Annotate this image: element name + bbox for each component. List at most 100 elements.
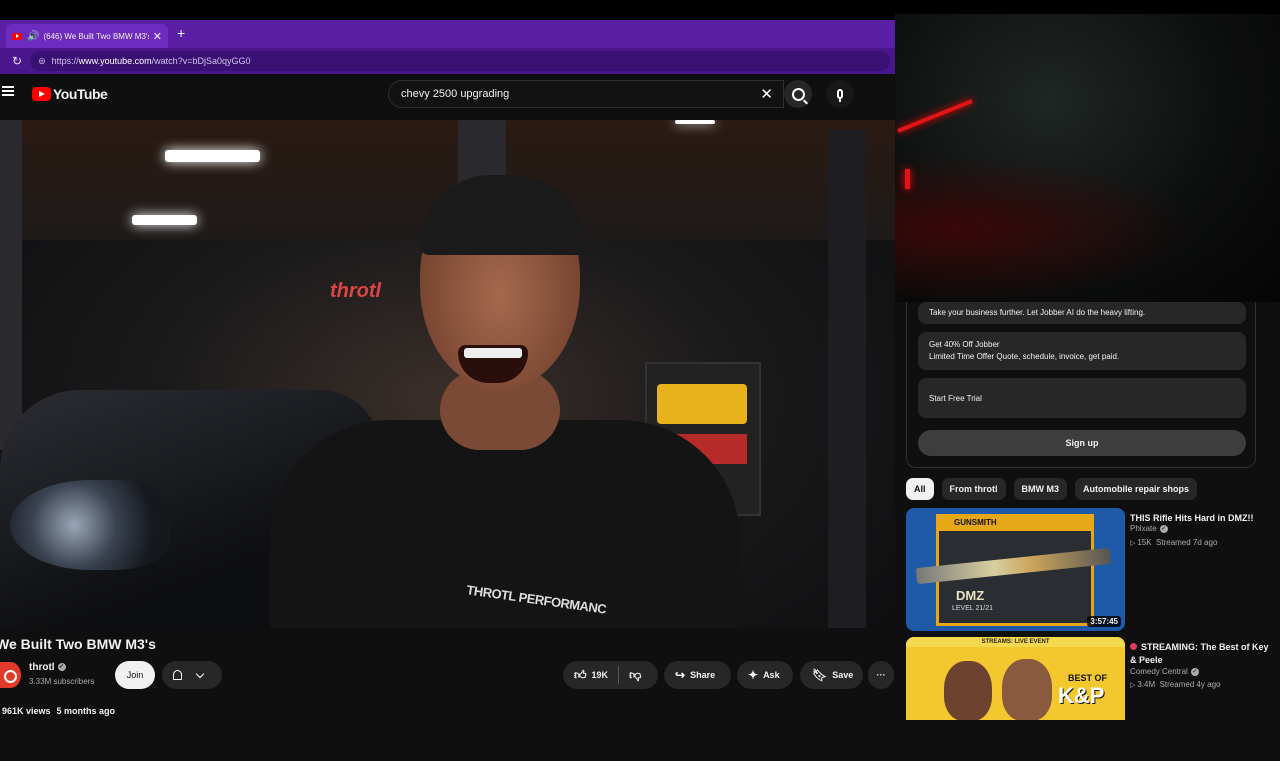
hamburger-menu-icon[interactable] [2, 86, 14, 96]
video-thumbnail[interactable]: GUNSMITH DMZ LEVEL 21/21 3:57:45 [906, 508, 1125, 631]
channel-name[interactable]: throtl ✓ [29, 662, 66, 673]
tab-title: (646) We Built Two BMW M3's [43, 31, 149, 41]
address-bar: ↻ ⊜ https://www.youtube.com/watch?v=bDjS… [0, 48, 895, 74]
view-count: 961K views [2, 706, 51, 716]
video-scene-headlight [10, 480, 170, 570]
webcam-red-light [897, 99, 973, 133]
thumbnail-label: STREAMS: LIVE EVENT [906, 637, 1125, 647]
ad-line[interactable]: Take your business further. Let Jobber A… [918, 302, 1246, 324]
youtube-favicon-icon [12, 32, 22, 40]
thumbnail-best-of: BEST OF [1068, 673, 1108, 683]
webcam-red-light [905, 169, 910, 189]
channel-avatar[interactable] [0, 662, 21, 688]
thumbs-down-icon[interactable]: 👎︎ [629, 669, 641, 681]
clear-search-icon[interactable]: ✕ [760, 85, 773, 103]
channel-name-text: throtl [29, 662, 55, 673]
video-owner-bar: throtl ✓ 3.33M subscribers Join 👍︎ 19K 👎︎ … [0, 660, 895, 692]
tab-close-icon[interactable]: ✕ [153, 30, 162, 43]
video-scene-neon-sign: throtl [330, 280, 382, 302]
save-button[interactable]: 🔖︎ Save [800, 661, 863, 689]
url-field[interactable]: ⊜ https://www.youtube.com/watch?v=bDjSa0… [30, 51, 891, 71]
video-scene-light [675, 120, 715, 124]
verified-icon: ✓ [57, 663, 66, 672]
video-thumbnail[interactable]: STREAMS: LIVE EVENT BEST OF K&P [906, 637, 1125, 720]
bell-icon [173, 670, 182, 680]
browser-tab[interactable]: 🔊 (646) We Built Two BMW M3's ✕ [6, 24, 168, 48]
video-title: We Built Two BMW M3's [0, 636, 156, 652]
verified-icon: ✓ [1159, 524, 1168, 533]
ad-offer-title: Get 40% Off Jobber [929, 340, 1000, 349]
video-scene-light [132, 215, 197, 225]
ad-offer[interactable]: Get 40% Off Jobber Limited Time Offer Qu… [918, 332, 1246, 370]
browser-tab-strip: 🔊 (646) We Built Two BMW M3's ✕ + [0, 20, 895, 48]
search-icon [791, 87, 805, 101]
recommended-video-title-text: STREAMING: The Best of Key & Peele [1130, 642, 1269, 665]
channel-name: Phixate [1130, 524, 1157, 533]
ask-button[interactable]: ✦ Ask [737, 661, 793, 689]
notification-bell-button[interactable] [162, 661, 222, 689]
like-divider [618, 666, 620, 684]
chip-all[interactable]: All [906, 478, 934, 500]
chip-automobile-repair-shops[interactable]: Automobile repair shops [1075, 478, 1198, 500]
video-scene-teeth [464, 348, 522, 358]
ask-label: Ask [763, 670, 780, 680]
ad-offer-subtitle: Limited Time Offer Quote, schedule, invo… [929, 352, 1120, 361]
chip-from-throtl[interactable]: From throtl [941, 478, 1006, 500]
chip-bmw-m3[interactable]: BMW M3 [1013, 478, 1068, 500]
youtube-play-icon [32, 87, 51, 101]
recommended-video[interactable]: GUNSMITH DMZ LEVEL 21/21 3:57:45 THIS Ri… [906, 508, 1280, 632]
search-button[interactable] [784, 80, 812, 108]
recommended-video-meta: ▷ 3.4M Streamed 4y ago [1130, 680, 1221, 689]
sparkle-icon: ✦ [748, 668, 759, 682]
more-icon: ··· [876, 670, 886, 680]
youtube-logo-text: YouTube [53, 86, 108, 102]
ad-trial-text: Start Free Trial [929, 394, 982, 403]
more-actions-button[interactable]: ··· [868, 661, 894, 689]
thumbs-up-icon: 👍︎ [574, 668, 587, 682]
bookmark-icon: 🔖︎ [812, 668, 828, 682]
recommended-video-title[interactable]: STREAMING: The Best of Key & Peele [1130, 641, 1275, 667]
video-stats: 961K views 5 months ago [2, 706, 121, 716]
thumbnail-label: GUNSMITH [954, 518, 997, 527]
upload-age: Streamed 7d ago [1156, 538, 1218, 547]
like-dislike-pill: 👍︎ 19K 👎︎ [563, 661, 658, 689]
share-icon: ↪ [675, 668, 686, 682]
microphone-icon [837, 89, 843, 102]
search-input[interactable] [399, 87, 743, 101]
share-label: Share [690, 670, 716, 680]
reload-icon[interactable]: ↻ [12, 54, 22, 68]
like-button[interactable]: 👍︎ 19K [574, 669, 608, 681]
webcam-overlay [895, 14, 1280, 302]
save-label: Save [832, 670, 854, 680]
video-player[interactable]: throtl THROTL PERFORMANC [0, 120, 895, 628]
youtube-logo[interactable]: YouTube [32, 86, 108, 102]
video-scene-lift-post [828, 130, 866, 628]
recommended-video-channel[interactable]: Phixate ✓ [1130, 524, 1168, 533]
site-info-icon[interactable]: ⊜ [38, 56, 46, 67]
ad-trial[interactable]: Start Free Trial [918, 378, 1246, 418]
recommended-video-channel[interactable]: Comedy Central ✓ [1130, 667, 1199, 676]
ad-line-text: Take your business further. Let Jobber A… [929, 308, 1146, 317]
live-dot-icon [1130, 643, 1137, 650]
chevron-down-icon [195, 669, 205, 678]
speaker-icon[interactable]: 🔊 [27, 31, 39, 42]
webcam-red-glow [895, 154, 1195, 302]
related-filter-chips: All From throtl BMW M3 Automobile repair… [906, 478, 1198, 500]
like-count: 19K [591, 670, 609, 680]
youtube-header: YouTube ✕ [0, 74, 895, 120]
video-scene-light [165, 150, 260, 162]
search-box: ✕ [388, 80, 784, 108]
ad-signup-button[interactable]: Sign up [918, 430, 1246, 456]
url-path: /watch?v=bDjSa0qyGG0 [151, 56, 251, 66]
share-button[interactable]: ↪ Share [664, 661, 731, 689]
voice-search-button[interactable] [826, 80, 854, 108]
url-host: www.youtube.com [78, 56, 152, 66]
new-tab-button[interactable]: + [177, 25, 185, 41]
thumbnail-badge: DMZ [956, 588, 985, 603]
channel-name: Comedy Central [1130, 667, 1188, 676]
thumbnail-level: LEVEL 21/21 [952, 605, 993, 612]
upload-age: Streamed 4y ago [1159, 680, 1221, 689]
upload-age: 5 months ago [56, 706, 116, 716]
join-button[interactable]: Join [115, 661, 155, 689]
recommended-video[interactable]: STREAMS: LIVE EVENT BEST OF K&P STREAMIN… [906, 637, 1280, 761]
